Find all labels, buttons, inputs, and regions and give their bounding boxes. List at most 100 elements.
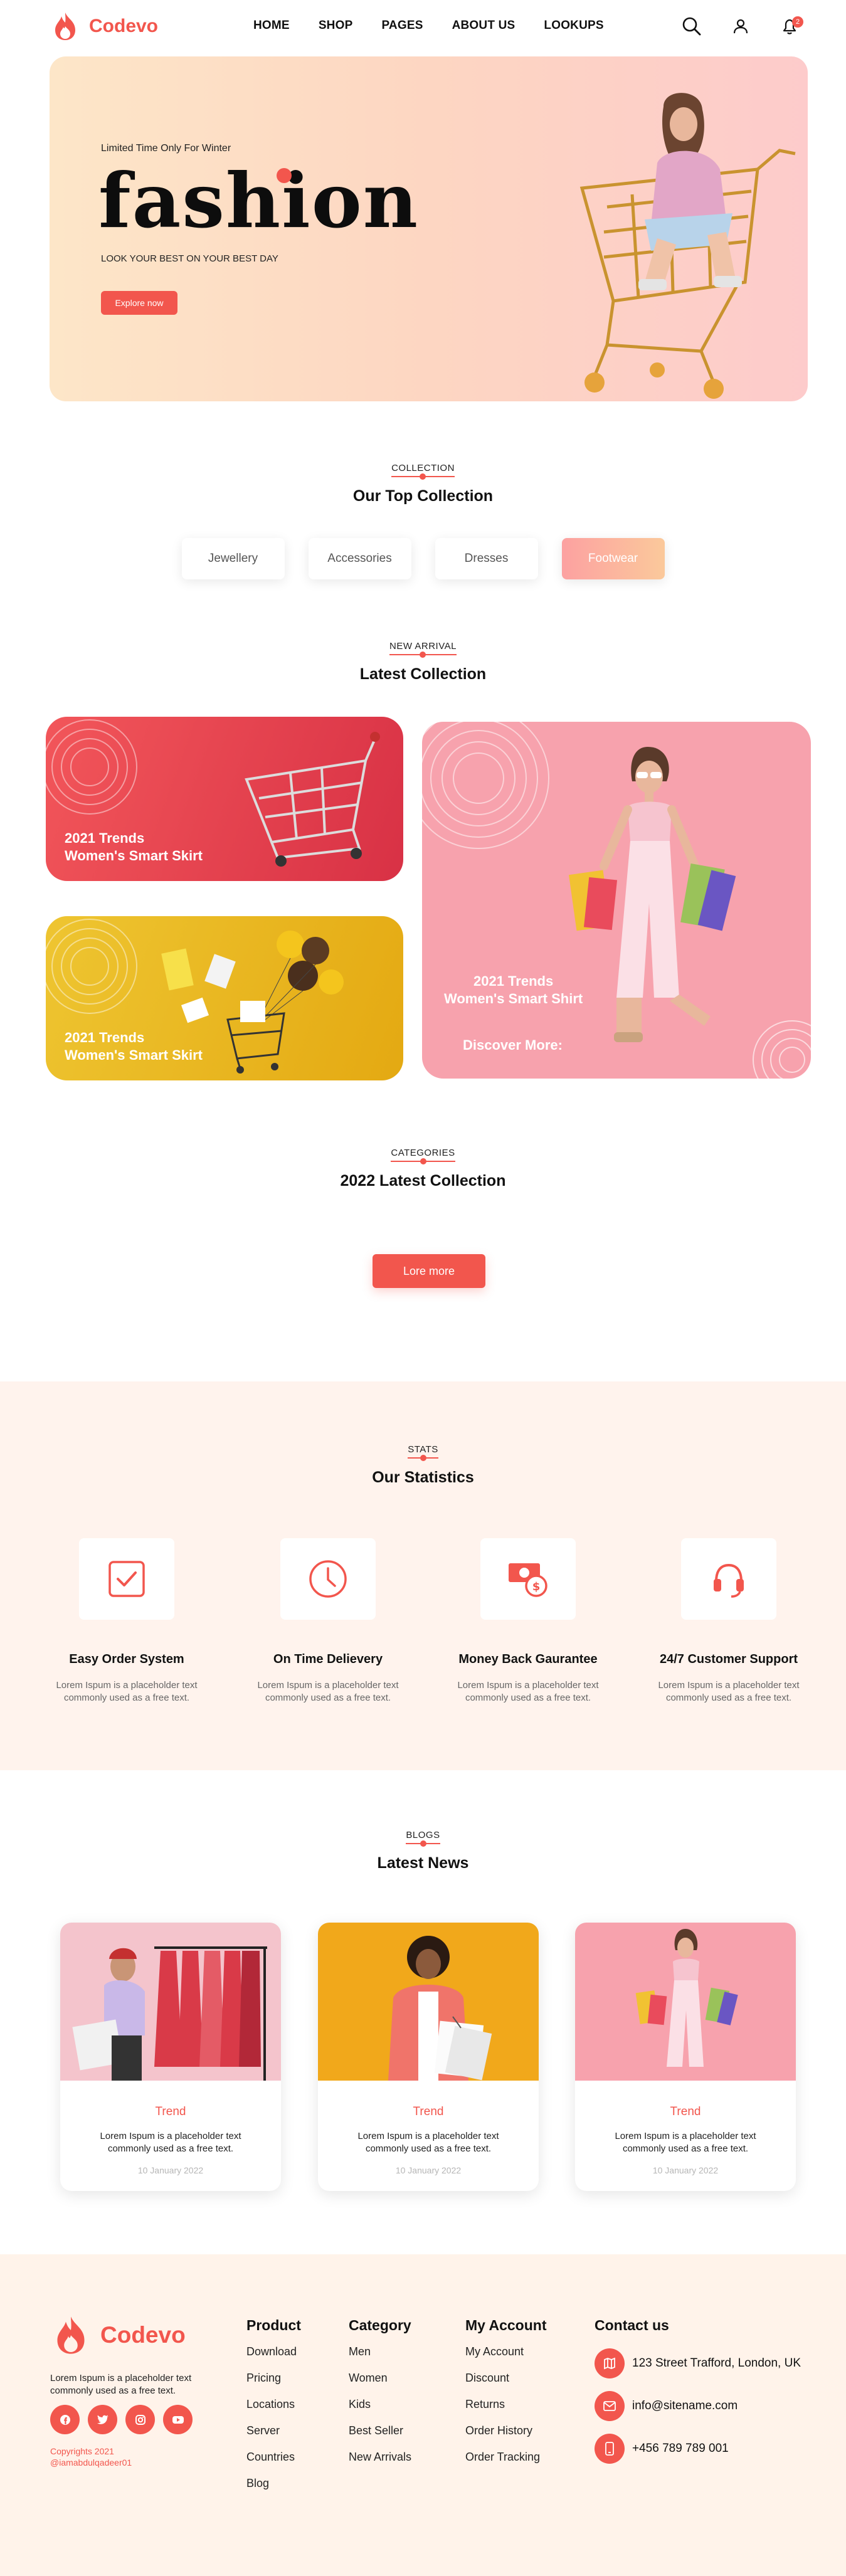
flame-logo-icon [55,13,75,40]
twitter-link[interactable] [88,2405,117,2434]
footer-link-men[interactable]: Men [349,2345,411,2358]
stat-desc-line: commonly used as a free text. [63,1692,190,1703]
phone-icon [605,2442,614,2456]
discover-more-link[interactable]: Discover More: [463,1037,563,1054]
explore-now-button[interactable]: Explore now [101,291,177,315]
collection-heading: Our Top Collection [352,487,494,505]
page: Codevo HOME SHOP PAGES ABOUT US LOOKUPS … [0,0,846,2576]
search-button[interactable] [679,14,704,39]
instagram-icon [135,2414,145,2425]
stat-description: Lorem Ispum is a placeholder text commonl… [647,1679,810,1704]
tab-dresses[interactable]: Dresses [435,538,538,579]
contact-phone[interactable]: +456 789 789 001 [595,2434,729,2464]
stat-item: Easy Order System Lorem Ispum is a place… [45,1538,208,1704]
card-yellow-line1: 2021 Trends [65,1030,145,1045]
site-footer: Codevo Lorem Ispum is a placeholder text… [0,2254,846,2576]
stat-desc-line: commonly used as a free text. [465,1692,591,1703]
facebook-link[interactable] [50,2405,80,2434]
blog-title[interactable]: Trend [318,2105,539,2119]
twitter-icon [97,2415,108,2424]
nav-about-us[interactable]: ABOUT US [452,19,516,33]
contact-email[interactable]: info@sitename.com [595,2391,738,2421]
tab-accessories[interactable]: Accessories [308,538,411,579]
blog-title[interactable]: Trend [575,2105,796,2119]
footer-link-kids[interactable]: Kids [349,2398,411,2411]
blog-desc-line: Lorem Ispum is a placeholder text [357,2131,499,2141]
blog-date: 10 January 2022 [137,2165,204,2175]
stat-desc-line: Lorem Ispum is a placeholder text [457,1680,599,1691]
brand-logo[interactable]: Codevo [49,10,158,43]
footer-link-countries[interactable]: Countries [246,2451,301,2464]
collection-card-pink[interactable]: 2021 Trends Women's Smart Shirt Discover… [422,722,811,1079]
headset-icon [714,1563,744,1598]
footer-link-discount[interactable]: Discount [465,2372,547,2385]
blog-desc-line: commonly used as a free text. [365,2143,492,2154]
footer-link-locations[interactable]: Locations [246,2398,301,2411]
nav-pages[interactable]: PAGES [381,19,423,33]
tab-jewellery[interactable]: Jewellery [181,538,285,579]
blog-desc-line: Lorem Ispum is a placeholder text [100,2131,241,2141]
mail-icon [603,2401,616,2411]
social-links [50,2405,193,2434]
model-shopping-bags-image [568,747,736,1042]
footer-column-category: Category Men Women Kids Best Seller New … [349,2317,411,2477]
footer-link-new-arrivals[interactable]: New Arrivals [349,2451,411,2464]
search-icon [682,17,701,36]
footer-link-order-tracking[interactable]: Order Tracking [465,2451,547,2464]
blog-title[interactable]: Trend [60,2105,281,2119]
stat-title: Easy Order System [69,1652,184,1666]
tab-footwear[interactable]: Footwear [561,538,665,579]
nav-shop[interactable]: SHOP [319,19,353,33]
collection-card-yellow[interactable]: 2021 Trends Women's Smart Skirt [46,916,403,1080]
blog-image-shopping-woman [318,1923,539,2081]
hero-banner: Limited Time Only For Winter fashion LOO… [50,56,808,401]
flame-logo-icon [57,2316,85,2354]
copyright-line: Copyrights 2021 [50,2446,114,2456]
card-red-line2: Women's Smart Skirt [65,848,203,863]
svg-text:$: $ [532,1580,541,1593]
clock-icon [309,1560,347,1598]
ring-decoration-icon [422,722,549,849]
brand-name: Codevo [89,16,159,36]
lore-more-button[interactable]: Lore more [373,1254,485,1288]
account-button[interactable] [728,14,753,39]
footer-link-blog[interactable]: Blog [246,2477,301,2490]
footer-link-my-account[interactable]: My Account [465,2345,547,2358]
footer-column-account: My Account My Account Discount Returns O… [465,2317,547,2477]
footer-link-women[interactable]: Women [349,2372,411,2385]
card-pink-line2: Women's Smart Shirt [444,991,583,1006]
notifications-button[interactable]: 2 [777,14,803,39]
footer-column-title: My Account [465,2317,547,2333]
card-yellow-line2: Women's Smart Skirt [65,1047,203,1063]
money-icon: $ [509,1563,547,1597]
blog-desc-line: commonly used as a free text. [107,2143,234,2154]
stat-desc-line: Lorem Ispum is a placeholder text [257,1680,399,1691]
contact-address-text: 123 Street Trafford, London, UK [632,2357,801,2370]
blog-card[interactable]: Trend Lorem Ispum is a placeholder text c… [575,1923,796,2191]
footer-logo[interactable]: Codevo [49,2313,186,2357]
footer-link-download[interactable]: Download [246,2345,301,2358]
blog-desc-line: Lorem Ispum is a placeholder text [615,2131,756,2141]
collection-card-red[interactable]: 2021 Trends Women's Smart Skirt [46,717,403,881]
footer-link-pricing[interactable]: Pricing [246,2372,301,2385]
blog-image-clothes-rack [60,1923,281,2081]
contact-address: 123 Street Trafford, London, UK [595,2348,801,2378]
footer-link-order-history[interactable]: Order History [465,2424,547,2437]
stat-item: $ Money Back Gaurantee Lorem Ispum is a … [447,1538,610,1704]
stat-desc-line: commonly used as a free text. [665,1692,792,1703]
instagram-link[interactable] [125,2405,155,2434]
footer-link-server[interactable]: Server [246,2424,301,2437]
stat-description: Lorem Ispum is a placeholder text commonl… [246,1679,410,1704]
blog-card[interactable]: Trend Lorem Ispum is a placeholder text c… [60,1923,281,2191]
nav-lookups[interactable]: LOOKUPS [544,19,603,33]
youtube-link[interactable] [163,2405,193,2434]
categories-heading: 2022 Latest Collection [340,1172,506,1190]
footer-link-best-seller[interactable]: Best Seller [349,2424,411,2437]
footer-column-title: Category [349,2317,411,2333]
notification-badge: 2 [792,16,803,28]
copyright-handle: @iamabdulqadeer01 [50,2457,132,2468]
nav-home[interactable]: HOME [253,19,290,33]
blog-card[interactable]: Trend Lorem Ispum is a placeholder text c… [318,1923,539,2191]
collection-section-title: COLLECTION Our Top Collection [0,463,846,505]
footer-link-returns[interactable]: Returns [465,2398,547,2411]
